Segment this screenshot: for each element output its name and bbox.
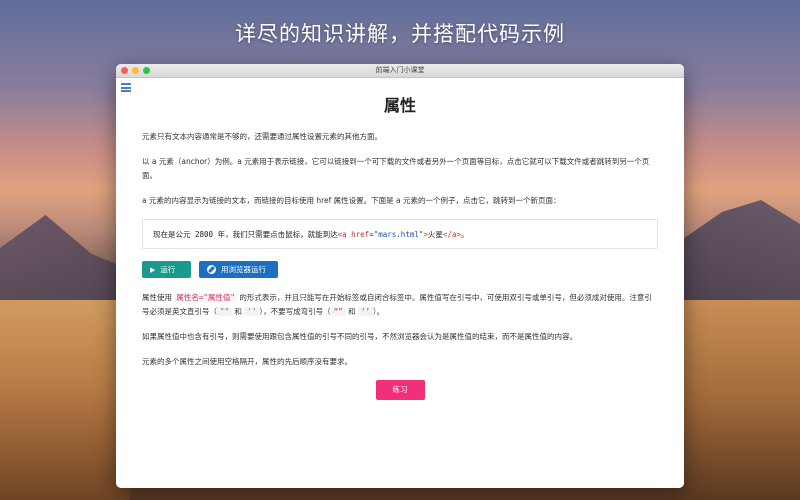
code-attr-name: href [351, 230, 370, 239]
compass-icon [207, 265, 216, 274]
paragraph-5: 如果属性值中也含有引号，则需要使用跟包含属性值的引号不同的引号，不然浏览器会认为… [142, 332, 577, 341]
paragraph-3: a 元素的内容显示为链接的文本，而链接的目标使用 href 属性设置。下面是 a… [142, 196, 561, 205]
double-quote-code: "" [217, 307, 233, 316]
run-in-browser-label: 用浏览器运行 [221, 265, 266, 274]
run-in-browser-button[interactable]: 用浏览器运行 [199, 261, 278, 278]
paragraph-2: 以 a 元素（anchor）为例。a 元素用于表示链接，它可以链接到一个可下载的… [142, 157, 650, 180]
single-quote-code: '' [244, 307, 260, 316]
code-link-text: 火星 [427, 230, 443, 239]
hero-title: 详尽的知识讲解，并搭配代码示例 [235, 22, 565, 46]
menu-list-icon[interactable] [121, 83, 131, 92]
code-open-tag: <a [337, 230, 347, 239]
p4-text-e: 和 [345, 307, 358, 316]
background-dune-right [670, 300, 800, 500]
paragraph-1: 元素只有文本内容通常是不够的，还需要通过属性设置元素的其他方面。 [142, 132, 382, 141]
code-prefix-text: 现在是公元 2800 年，我们只需要点击鼠标，就能到达 [153, 230, 338, 239]
paragraph-6: 元素的多个属性之间使用空格隔开，属性的先后顺序没有要求。 [142, 357, 352, 366]
app-window: 前端入门小课堂 属性 元素只有文本内容通常是不够的，还需要通过属性设置元素的其他… [116, 64, 684, 488]
code-suffix: 。 [460, 230, 469, 239]
curly-single-quote-code: ‘’ [357, 307, 373, 316]
p4-text-d: ），不要写成弯引号（ [259, 307, 331, 316]
code-close-tag: </a> [442, 230, 461, 239]
paragraph-4: 属性使用 属性名="属性值" 的形式表示，并且只能写在开始标签或自闭合标签中。属… [142, 291, 658, 319]
curly-double-quote-code: “” [330, 307, 346, 316]
code-example: 现在是公元 2800 年，我们只需要点击鼠标，就能到达<a href="mars… [142, 219, 658, 249]
p4-text-a: 属性使用 [142, 293, 175, 302]
play-icon: ▶ [150, 265, 156, 274]
lesson-content: 属性 元素只有文本内容通常是不够的，还需要通过属性设置元素的其他方面。 以 a … [142, 78, 658, 400]
run-button[interactable]: ▶ 运行 [142, 261, 191, 278]
p4-text-f: ）。 [372, 307, 385, 316]
p4-text-c: 和 [232, 307, 245, 316]
title-bar: 前端入门小课堂 [116, 64, 684, 78]
window-title: 前端入门小课堂 [375, 66, 425, 74]
action-buttons: ▶ 运行 用浏览器运行 [142, 261, 658, 278]
page-title: 属性 [383, 96, 416, 115]
attribute-syntax-code: 属性名="属性值" [174, 293, 237, 302]
code-attr-value: "mars.html" [373, 230, 424, 239]
background-dune-left [0, 300, 130, 500]
run-button-label: 运行 [160, 265, 176, 274]
practice-button[interactable]: 练习 [375, 380, 425, 400]
